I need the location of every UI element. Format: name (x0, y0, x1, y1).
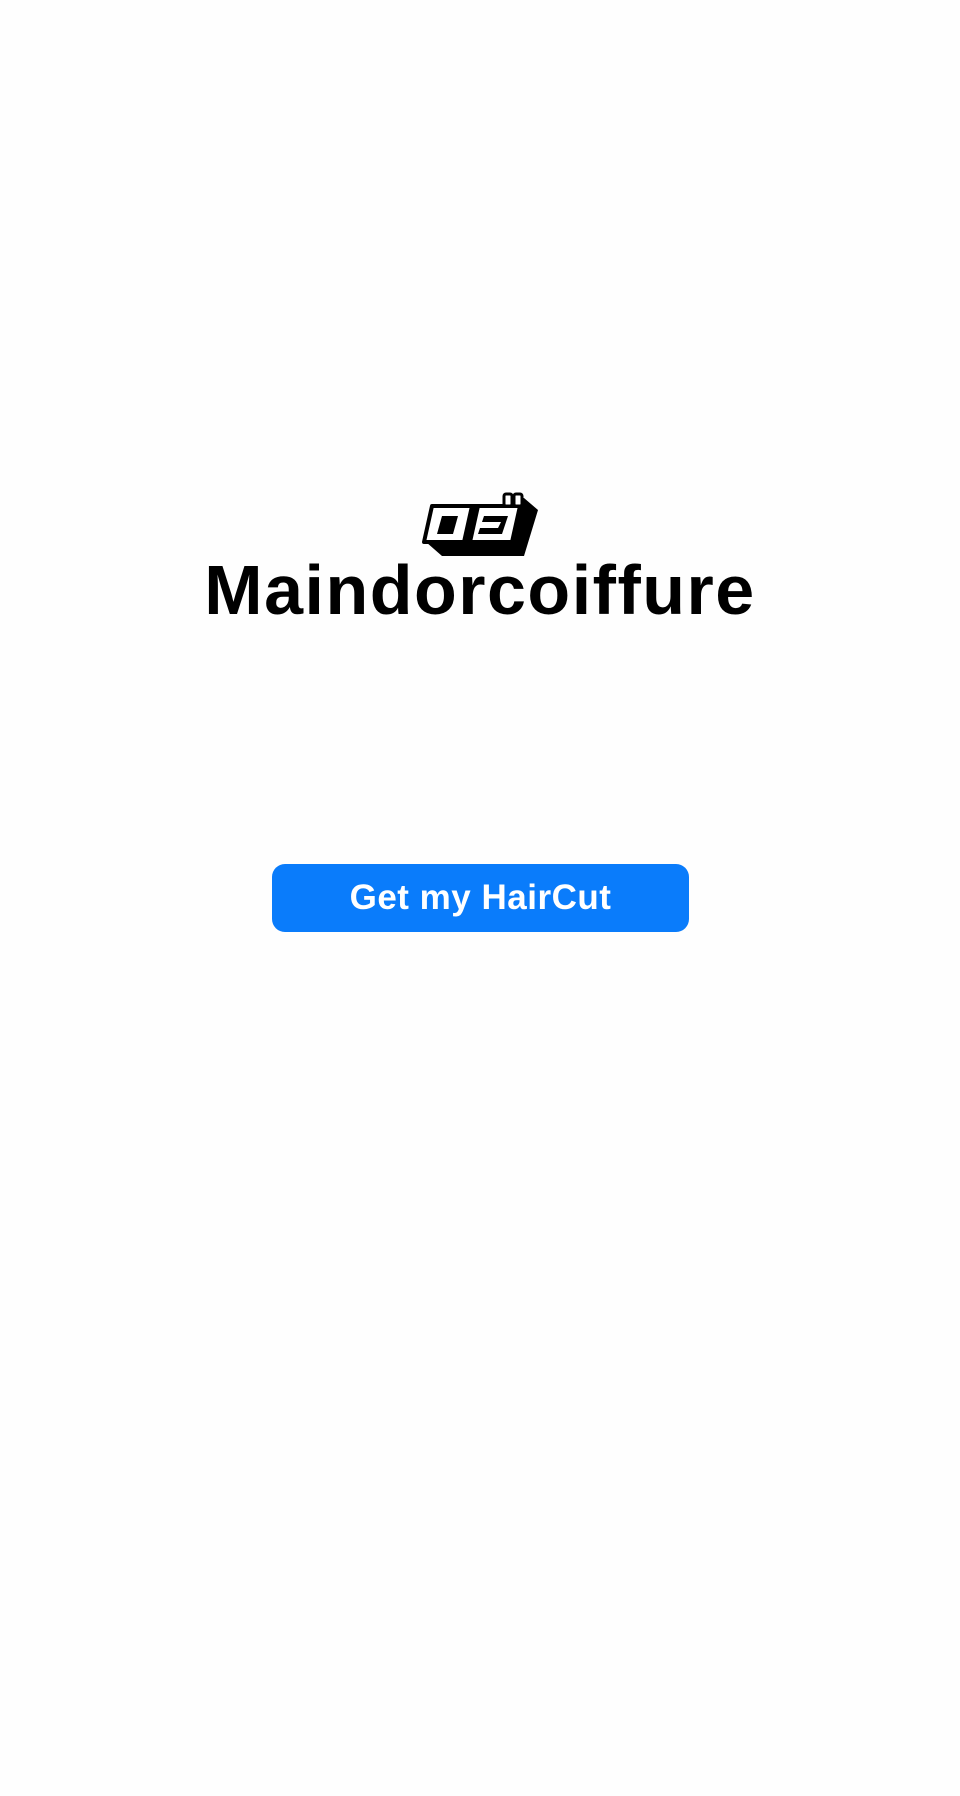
brand-name: Maindorcoiffure (204, 551, 756, 629)
brand-logo: Maindorcoiffure (0, 488, 960, 629)
get-haircut-button[interactable]: Get my HairCut (272, 864, 689, 932)
welcome-screen: Maindorcoiffure Get my HairCut (0, 0, 960, 1796)
